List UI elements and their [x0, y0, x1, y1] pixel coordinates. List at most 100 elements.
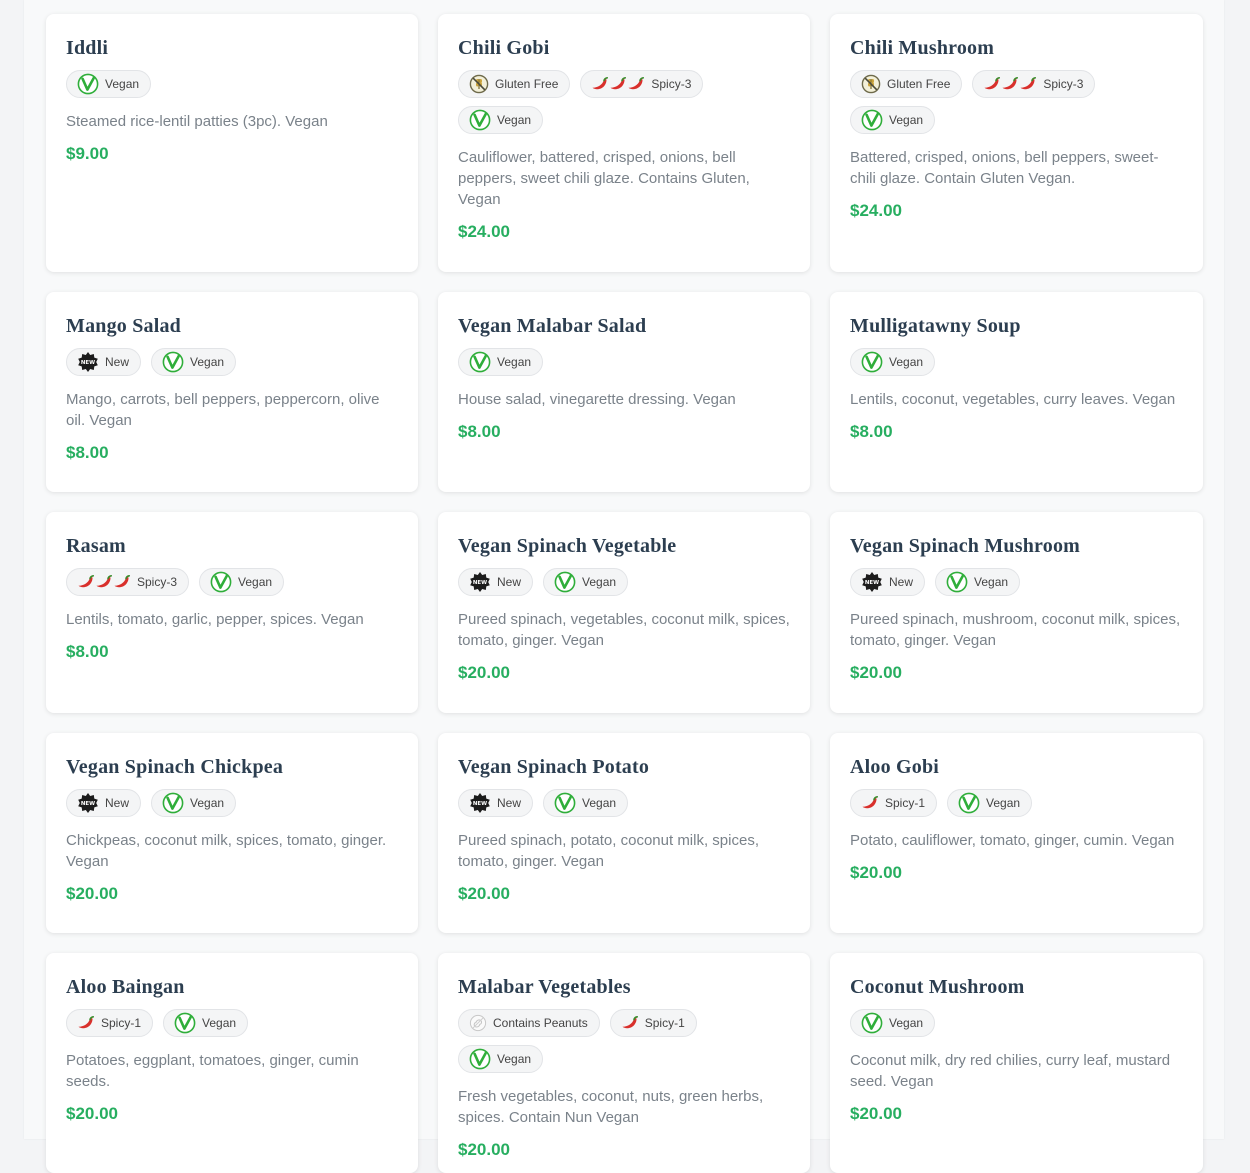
menu-item-price: $20.00 [850, 663, 902, 682]
menu-item-tags: Spicy-1 Vegan [850, 789, 1183, 817]
menu-grid: Iddli Vegan Steamed rice-lentil patties (3… [46, 14, 1203, 1173]
menu-item-title: Iddli [66, 37, 109, 59]
menu-item-title: Rasam [66, 535, 126, 557]
vegan-icon [946, 571, 968, 593]
tag-gluten-free: Gluten Free [850, 70, 963, 98]
menu-item-card[interactable]: Malabar Vegetables Contains Peanuts Spicy-… [438, 953, 810, 1173]
menu-item-card[interactable]: Vegan Malabar Salad Vegan House salad, vin… [438, 292, 810, 492]
menu-item-tags: Gluten Free Spicy-3 Vegan [850, 70, 1183, 134]
tag-label: Vegan [986, 796, 1021, 810]
menu-item-price: $8.00 [458, 422, 501, 441]
menu-item-tags: NEW New Vegan [66, 789, 398, 817]
menu-item-description: Lentils, tomato, garlic, pepper, spices.… [66, 611, 364, 628]
menu-item-title: Chili Gobi [458, 37, 550, 59]
menu-item-card[interactable]: Coconut Mushroom Vegan Coconut milk, dry r… [830, 953, 1203, 1173]
vegan-icon [210, 571, 232, 593]
menu-item-description: Mango, carrots, bell peppers, peppercorn… [66, 391, 380, 429]
tag-spicy3: Spicy-3 [66, 568, 190, 596]
tag-label: Spicy-3 [137, 575, 178, 589]
tag-label: New [889, 575, 914, 589]
menu-item-description: Pureed spinach, mushroom, coconut milk, … [850, 611, 1181, 649]
tag-spicy1: Spicy-1 [850, 789, 938, 817]
menu-item-price: $8.00 [850, 422, 893, 441]
new-badge-icon: NEW [77, 351, 99, 373]
menu-item-card[interactable]: Chili Mushroom Gluten Free Spicy-3 Vegan Bat… [830, 14, 1203, 272]
menu-item-card[interactable]: Iddli Vegan Steamed rice-lentil patties (3… [46, 14, 418, 272]
svg-text:NEW: NEW [81, 360, 95, 366]
menu-item-description: Pureed spinach, potato, coconut milk, sp… [458, 832, 759, 870]
tag-label: Contains Peanuts [493, 1016, 588, 1030]
menu-item-card[interactable]: Vegan Spinach Mushroom NEW New Vegan Pureed … [830, 512, 1203, 713]
menu-item-tags: Gluten Free Spicy-3 Vegan [458, 70, 790, 134]
menu-item-card[interactable]: Vegan Spinach Vegetable NEW New Vegan Pureed… [438, 512, 810, 713]
menu-item-title: Malabar Vegetables [458, 976, 631, 998]
menu-item-card[interactable]: Rasam Spicy-3 Vegan Lentils, tomato, garlic… [46, 512, 418, 713]
menu-item-tags: Vegan [458, 348, 790, 376]
menu-item-card[interactable]: Vegan Spinach Chickpea NEW New Vegan Chickpe… [46, 733, 418, 933]
tag-spicy1: Spicy-1 [609, 1009, 697, 1037]
tag-label: Vegan [238, 575, 273, 589]
menu-item-price: $20.00 [458, 663, 510, 682]
tag-vegan: Vegan [543, 568, 629, 596]
menu-item-description: Battered, crisped, onions, bell peppers,… [850, 149, 1159, 187]
tag-label: Spicy-1 [644, 1016, 685, 1030]
vegan-icon [861, 351, 883, 373]
tag-vegan: Vegan [151, 348, 237, 376]
tag-label: New [105, 355, 130, 369]
chili-pepper-icon [621, 1016, 639, 1030]
menu-item-price: $9.00 [66, 144, 109, 163]
tag-label: Vegan [889, 1016, 924, 1030]
menu-item-tags: NEW New Vegan [458, 568, 790, 596]
tag-vegan: Vegan [850, 1009, 936, 1037]
tag-vegan: Vegan [458, 348, 544, 376]
tag-vegan: Vegan [935, 568, 1021, 596]
vegan-icon [77, 73, 99, 95]
menu-item-title: Vegan Spinach Chickpea [66, 756, 284, 778]
menu-item-tags: Contains Peanuts Spicy-1 Vegan [458, 1009, 790, 1073]
tag-vegan: Vegan [199, 568, 285, 596]
tag-vegan: Vegan [458, 1045, 544, 1073]
menu-item-title: Vegan Spinach Mushroom [850, 535, 1081, 557]
svg-text:NEW: NEW [81, 801, 95, 807]
tag-spicy3: Spicy-3 [972, 70, 1096, 98]
menu-item-card[interactable]: Chili Gobi Gluten Free Spicy-3 Vegan Caulifl… [438, 14, 810, 272]
tag-label: Vegan [497, 113, 532, 127]
menu-item-tags: Vegan [850, 1009, 1183, 1037]
vegan-icon [861, 109, 883, 131]
tag-gluten-free: Gluten Free [458, 70, 571, 98]
menu-item-card[interactable]: Mulligatawny Soup Vegan Lentils, coconut, … [830, 292, 1203, 492]
svg-text:NEW: NEW [473, 801, 487, 807]
menu-item-description: Lentils, coconut, vegetables, curry leav… [850, 391, 1176, 408]
menu-item-tags: NEW New Vegan [458, 789, 790, 817]
tag-label: Gluten Free [887, 77, 951, 91]
vegan-icon [554, 571, 576, 593]
menu-item-card[interactable]: Aloo Gobi Spicy-1 Vegan Potato, cauliflower… [830, 733, 1203, 933]
menu-item-price: $8.00 [66, 443, 109, 462]
menu-item-card[interactable]: Mango Salad NEW New Vegan Mango, carrots, be… [46, 292, 418, 492]
menu-item-description: House salad, vinegarette dressing. Vegan [458, 391, 736, 408]
menu-item-description: Cauliflower, battered, crisped, onions, … [458, 149, 750, 208]
menu-item-card[interactable]: Vegan Spinach Potato NEW New Vegan Pureed sp… [438, 733, 810, 933]
menu-item-description: Fresh vegetables, coconut, nuts, green h… [458, 1088, 764, 1126]
tag-label: Vegan [497, 355, 532, 369]
menu-item-title: Coconut Mushroom [850, 976, 1025, 998]
vegan-icon [469, 1048, 491, 1070]
tag-vegan: Vegan [66, 70, 152, 98]
tag-vegan: Vegan [458, 106, 544, 134]
tag-label: Vegan [974, 575, 1009, 589]
tag-label: Vegan [582, 796, 617, 810]
vegan-icon [861, 1012, 883, 1034]
tag-new: NEW New [458, 789, 534, 817]
new-badge-icon: NEW [469, 571, 491, 593]
menu-item-price: $20.00 [66, 884, 118, 903]
menu-item-price: $20.00 [458, 884, 510, 903]
tag-label: Vegan [582, 575, 617, 589]
peanut-icon [469, 1014, 487, 1032]
menu-item-price: $24.00 [458, 222, 510, 241]
menu-item-title: Aloo Gobi [850, 756, 940, 778]
menu-item-price: $20.00 [850, 1104, 902, 1123]
tag-label: Vegan [190, 355, 225, 369]
menu-item-card[interactable]: Aloo Baingan Spicy-1 Vegan Potatoes, eggpla… [46, 953, 418, 1173]
tag-label: Gluten Free [495, 77, 559, 91]
menu-item-description: Pureed spinach, vegetables, coconut milk… [458, 611, 790, 649]
